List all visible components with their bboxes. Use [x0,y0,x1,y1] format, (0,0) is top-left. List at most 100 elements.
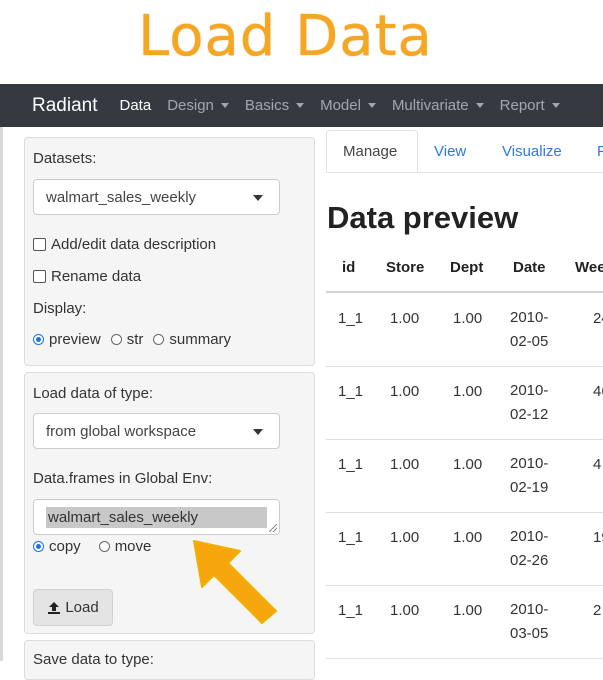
radio-label: str [126,331,144,348]
radio-preview[interactable]: preview [33,331,101,348]
table-row: 1_1 1.00 1.00 2010-03-05 2 [326,585,603,659]
tab-view[interactable]: View [434,130,466,172]
cell-dept: 1.00 [453,456,483,473]
nav-item-model[interactable]: Model [320,97,376,114]
column-header-store: Store [386,259,425,276]
copy-move-radio-group: copy move [33,538,161,555]
cell-date: 2010-03-05 [510,601,549,642]
column-header-dept: Dept [450,259,484,276]
caret-down-icon [551,103,560,108]
radio-label: move [114,538,152,555]
datasets-select-value: walmart_sales_weekly [46,189,197,206]
cell-id: 1_1 [338,529,364,546]
nav-item-label: Design [167,97,214,114]
dataframes-listbox[interactable]: walmart_sales_weekly [33,499,280,535]
load-type-select[interactable]: from global workspace [33,413,280,449]
radio-label: summary [169,331,232,348]
table-row: 1_1 1.00 1.00 2010-02-05 24 [326,293,603,367]
cell-store: 1.00 [390,456,420,473]
nav-item-design[interactable]: Design [167,97,229,114]
nav-item-label: Model [320,97,361,114]
radio-dot[interactable] [33,541,44,552]
radio-move[interactable]: move [98,538,152,555]
datasets-label: Datasets: [33,150,97,167]
cell-weekly: 19 [593,529,603,546]
save-type-label: Save data to type: [33,651,154,668]
cell-id: 1_1 [338,310,364,327]
cell-date: 2010-02-19 [510,455,549,496]
nav-item-basics[interactable]: Basics [245,97,305,114]
nav-item-report[interactable]: Report [500,97,560,114]
cell-store: 1.00 [390,310,420,327]
page-title: Data preview [327,200,519,235]
banner-title: Load Data [138,4,433,69]
checkbox-box[interactable] [33,238,46,251]
cell-dept: 1.00 [453,383,483,400]
tab-visualize[interactable]: Visualize [502,130,562,172]
chevron-down-icon [253,429,263,435]
display-radio-group: preview str summary [33,331,241,348]
nav-item-data[interactable]: Data [120,97,152,114]
save-data-panel: Save data to type: [24,640,315,680]
column-header-date: Date [513,259,546,276]
table-row: 1_1 1.00 1.00 2010-02-19 4 [326,439,603,513]
nav-item-label: Multivariate [391,97,469,114]
cell-store: 1.00 [390,383,420,400]
caret-down-icon [296,103,305,108]
cell-weekly: 24 [593,310,603,327]
cell-store: 1.00 [390,602,420,619]
nav-item-label: Report [499,97,545,114]
checkbox-label: Add/edit data description [51,236,217,253]
radio-copy[interactable]: copy [33,538,81,555]
cell-dept: 1.00 [453,310,483,327]
rename-data-checkbox[interactable]: Rename data [33,268,141,285]
nav-item-label: Data [119,97,152,114]
cell-date: 2010-02-05 [510,309,549,350]
radio-dot[interactable] [98,541,110,552]
checkbox-label: Rename data [51,268,142,285]
tab-manage[interactable]: Manage [326,130,418,172]
cell-weekly: 4 [593,456,602,473]
datasets-select[interactable]: walmart_sales_weekly [33,179,280,215]
cell-weekly: 46 [593,383,603,400]
radio-dot[interactable] [110,334,122,345]
table-row: 1_1 1.00 1.00 2010-02-12 46 [326,366,603,440]
dataframe-option[interactable]: walmart_sales_weekly [48,509,198,526]
upload-icon [48,601,61,614]
cell-weekly: 2 [593,602,602,619]
add-edit-description-checkbox[interactable]: Add/edit data description [33,236,216,253]
pointer-arrow-icon [193,540,277,624]
cell-dept: 1.00 [453,529,483,546]
table-row: 1_1 1.00 1.00 2010-02-26 19 [326,512,603,586]
cell-id: 1_1 [338,602,364,619]
caret-down-icon [220,103,229,108]
brand[interactable]: Radiant [32,95,98,117]
checkbox-box[interactable] [33,270,46,283]
resize-grip-icon[interactable] [269,524,277,532]
caret-down-icon [367,103,376,108]
left-edge [0,127,3,661]
cell-id: 1_1 [338,456,364,473]
nav-item-multivariate[interactable]: Multivariate [392,97,484,114]
load-type-label: Load data of type: [33,385,154,402]
load-button-label: Load [65,599,99,616]
cell-dept: 1.00 [453,602,483,619]
datasets-panel: Datasets: walmart_sales_weekly Add/edit … [24,137,315,366]
load-type-select-value: from global workspace [46,423,197,440]
radio-summary[interactable]: summary [153,331,231,348]
load-button[interactable]: Load [33,589,113,626]
column-header-weekly: Wee [575,259,603,276]
cell-store: 1.00 [390,529,420,546]
cell-id: 1_1 [338,383,364,400]
cell-date: 2010-02-26 [510,528,549,569]
cell-date: 2010-02-12 [510,382,549,423]
display-label: Display: [33,300,87,317]
radio-dot[interactable] [33,334,44,345]
radio-str[interactable]: str [110,331,144,348]
dataframes-label: Data.frames in Global Env: [33,470,213,487]
radio-label: preview [49,331,101,348]
title-banner: Load Data [0,0,603,84]
tab-more[interactable]: P [597,130,603,172]
radio-dot[interactable] [153,334,165,345]
chevron-down-icon [253,195,263,201]
